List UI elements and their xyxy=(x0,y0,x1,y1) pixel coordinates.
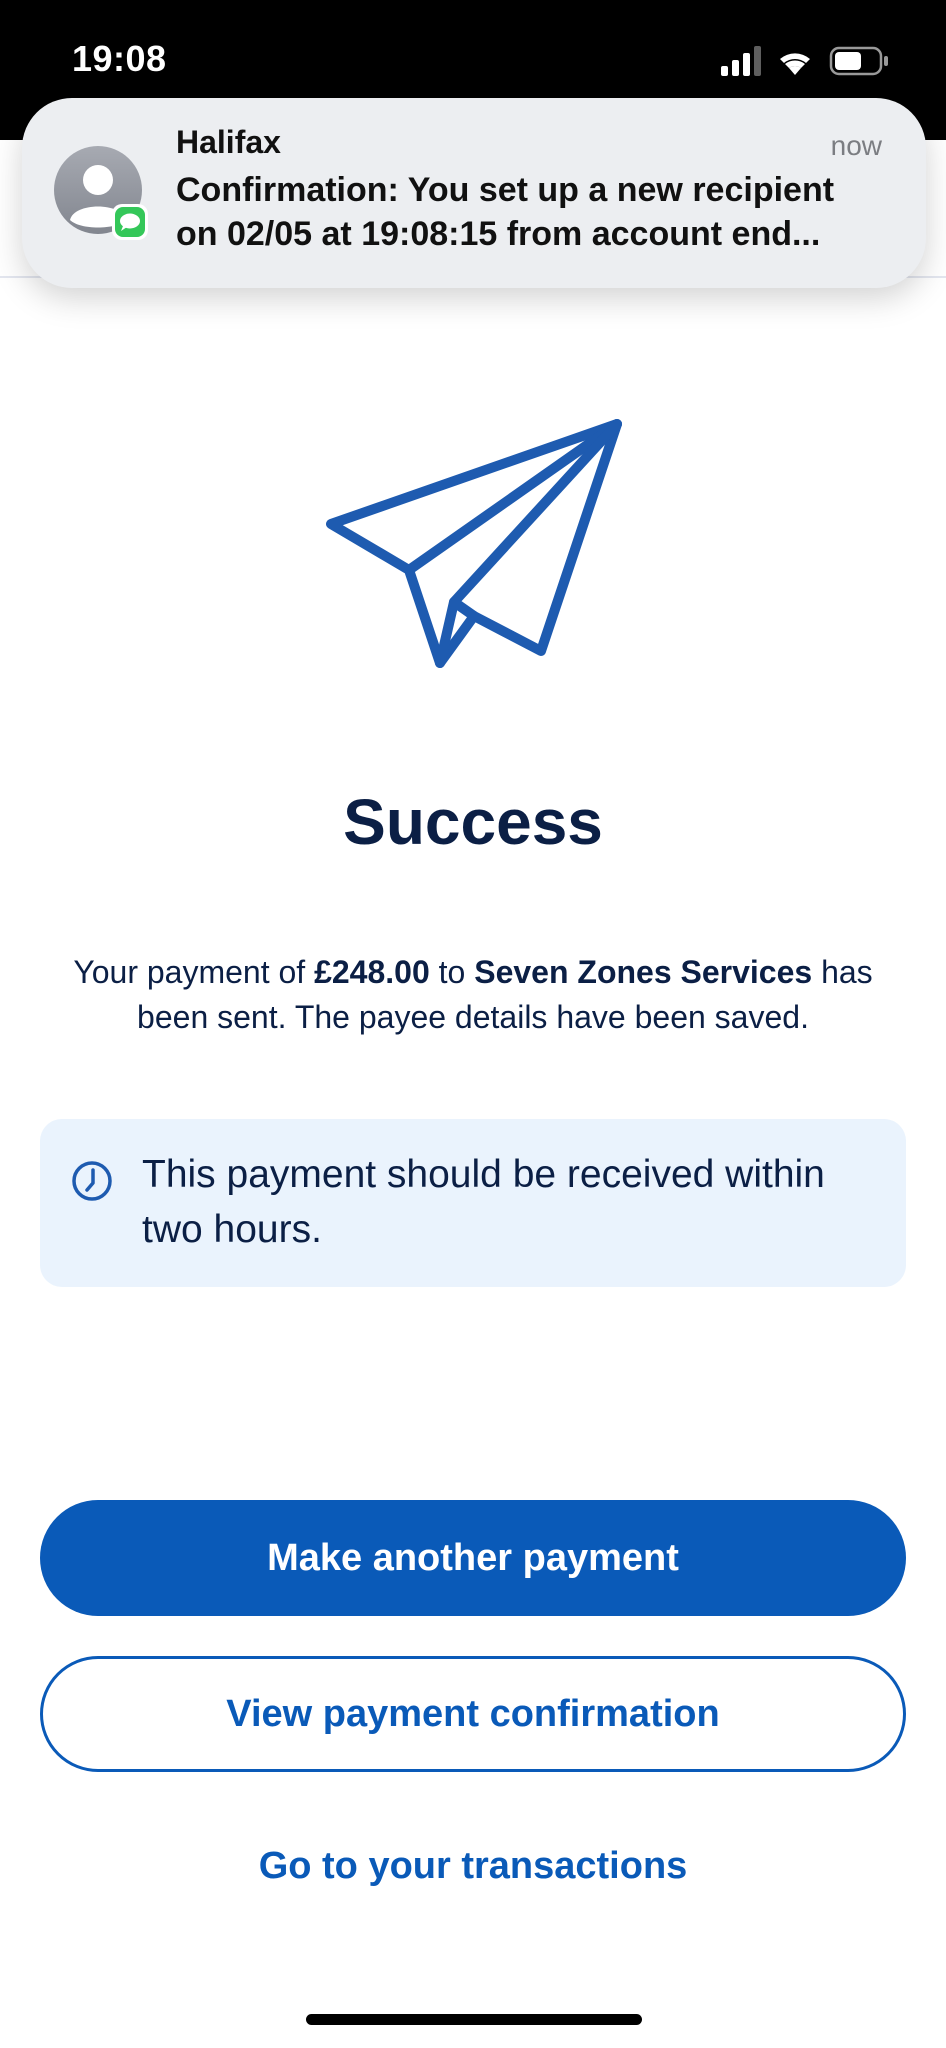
make-another-payment-button[interactable]: Make another payment xyxy=(40,1500,906,1616)
payment-message: Your payment of £248.00 to Seven Zones S… xyxy=(50,950,896,1040)
message-middle: to xyxy=(429,954,475,990)
payee-name: Seven Zones Services xyxy=(474,954,813,990)
view-payment-confirmation-button[interactable]: View payment confirmation xyxy=(40,1656,906,1772)
wifi-icon xyxy=(780,53,810,75)
paper-plane-icon xyxy=(323,418,625,674)
clock-icon xyxy=(70,1159,114,1203)
home-indicator[interactable] xyxy=(306,2014,642,2025)
messages-icon xyxy=(112,204,148,240)
battery-icon xyxy=(829,46,888,76)
info-text: This payment should be received within t… xyxy=(142,1153,825,1251)
notification-body: Confirmation: You set up a new recipient… xyxy=(176,171,835,253)
status-icons xyxy=(721,44,901,78)
payment-amount: £248.00 xyxy=(314,954,430,990)
message-prefix: Your payment of xyxy=(73,954,315,990)
contact-avatar-icon xyxy=(54,146,148,240)
status-time: 19:08 xyxy=(72,38,167,79)
success-title: Success xyxy=(343,786,603,858)
notification-time: now xyxy=(830,130,882,161)
go-to-transactions-link[interactable]: Go to your transactions xyxy=(0,1845,946,1888)
signal-icon xyxy=(721,46,761,76)
info-box: This payment should be received within t… xyxy=(40,1119,906,1287)
notification-app-name: Halifax xyxy=(176,124,281,160)
notification-banner[interactable]: Halifax now Confirmation: You set up a n… xyxy=(22,98,926,288)
